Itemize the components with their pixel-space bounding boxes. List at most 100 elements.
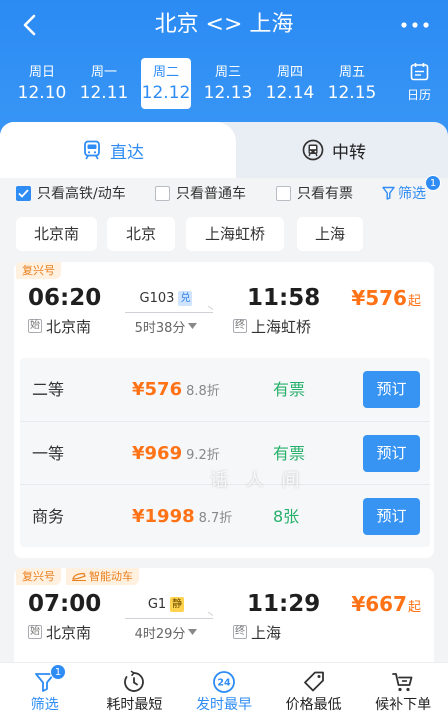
filter-label: 只看有票 <box>297 186 353 202</box>
station-chip[interactable]: 上海虹桥 <box>186 217 284 251</box>
tab-direct[interactable]: 直达 <box>0 122 236 178</box>
departure-station: 始 北京南 <box>28 623 92 642</box>
arrival-station: 终 上海虹桥 <box>233 317 312 336</box>
date-box: 周五 12.15 <box>327 58 377 109</box>
filter-button-label: 筛选 <box>398 186 426 202</box>
station-chip[interactable]: 北京 <box>107 217 175 251</box>
station-chip[interactable]: 北京南 <box>16 217 97 251</box>
train-card[interactable]: 复兴号 06:20 G103 兑 11:58 ¥576 起 始 北京南 5时38… <box>14 262 434 558</box>
nav-lowest-price[interactable]: 价格最低 <box>269 663 359 718</box>
duration-text: 5时38分 <box>134 320 186 336</box>
train-tags: 复兴号 <box>16 262 66 279</box>
checkbox-box <box>155 185 170 201</box>
train-number-group: G103 兑 <box>121 289 211 307</box>
train-type-tag: 复兴号 <box>16 568 61 585</box>
price-tag-icon <box>303 671 324 692</box>
date-weekday: 周一 <box>90 65 117 80</box>
date-item[interactable]: 周四 12.14 <box>259 58 321 110</box>
price-suffix: 起 <box>407 294 421 309</box>
arrive-time: 11:29 <box>247 591 321 617</box>
date-value: 12.10 <box>17 83 67 103</box>
arrival-station: 终 上海 <box>233 623 281 642</box>
filter-button[interactable]: 筛选 <box>382 180 426 206</box>
date-value: 12.15 <box>327 83 377 103</box>
date-weekday: 周四 <box>276 65 303 80</box>
date-item[interactable]: 周日 12.10 <box>11 58 73 110</box>
end-tag: 终 <box>233 625 247 639</box>
seat-list: 二等 ¥576 8.8折 有票 预订 一等 ¥969 9.2折 有票 预订 商务… <box>20 358 430 547</box>
date-item[interactable]: 周一 12.11 <box>73 58 135 110</box>
nav-filter-badge: 1 <box>50 664 66 680</box>
date-value: 12.13 <box>203 83 253 103</box>
date-item[interactable]: 周二 12.12 <box>135 58 197 110</box>
calendar-button[interactable]: 日历 <box>400 62 438 108</box>
book-button[interactable]: 预订 <box>363 498 420 535</box>
more-dots-icon[interactable] <box>400 17 430 31</box>
seat-class: 商务 <box>32 507 65 526</box>
train-number-group: G1 静 <box>121 595 211 613</box>
start-tag: 始 <box>28 319 42 333</box>
duration-toggle[interactable]: 5时38分 <box>121 318 211 336</box>
depart-time: 07:00 <box>28 591 102 617</box>
lowest-price: ¥576 起 <box>351 284 421 312</box>
departure-station: 始 北京南 <box>28 317 92 336</box>
date-box: 周四 12.14 <box>265 58 315 109</box>
tab-transfer-label: 中转 <box>332 142 366 163</box>
nav-filter[interactable]: 1 筛选 <box>0 663 90 718</box>
train-badge: 静 <box>170 596 185 612</box>
date-item[interactable]: 周三 12.13 <box>197 58 259 110</box>
tab-transfer-content: 中转 <box>302 122 366 178</box>
date-item[interactable]: 周五 12.15 <box>321 58 383 110</box>
clock-icon <box>124 670 145 692</box>
depart-time: 06:20 <box>28 285 102 311</box>
book-button[interactable]: 预订 <box>363 435 420 472</box>
date-box: 周日 12.10 <box>17 58 67 109</box>
chevron-down-icon <box>188 629 198 635</box>
filter-row: 只看高铁/动车 只看普通车 只看有票 筛选 1 <box>0 175 448 206</box>
date-box: 周二 12.12 <box>141 58 191 109</box>
nav-label: 耗时最短 <box>106 697 163 713</box>
price-value: ¥576 <box>351 286 407 310</box>
seat-class: 二等 <box>32 380 65 399</box>
check-icon <box>18 188 29 198</box>
smart-train-icon <box>72 572 86 581</box>
book-button[interactable]: 预订 <box>363 371 420 408</box>
end-tag: 终 <box>233 319 247 333</box>
station-chip[interactable]: 上海 <box>297 217 363 251</box>
date-value: 12.12 <box>141 83 191 103</box>
filter-label: 只看高铁/动车 <box>37 186 126 202</box>
seat-price-group: ¥576 8.8折 <box>132 358 220 421</box>
price-suffix: 起 <box>407 600 421 615</box>
watermark: 话 人 间 <box>210 470 306 491</box>
seat-row: 二等 ¥576 8.8折 有票 预订 <box>20 358 430 421</box>
clock-24-icon: 24 <box>213 671 235 693</box>
seat-row: 商务 ¥1998 8.7折 8张 预订 <box>20 484 430 547</box>
filter-high-speed-checkbox[interactable]: 只看高铁/动车 <box>16 180 126 206</box>
date-weekday: 周五 <box>338 65 365 80</box>
departure-station-name: 北京南 <box>46 623 92 642</box>
price-value: ¥667 <box>351 592 407 616</box>
nav-shortest-duration[interactable]: 耗时最短 <box>90 663 180 718</box>
start-tag: 始 <box>28 625 42 639</box>
seat-class: 一等 <box>32 444 65 463</box>
seat-discount: 8.7折 <box>198 511 233 526</box>
train-number: G103 <box>139 290 175 306</box>
duration-toggle[interactable]: 4时29分 <box>121 624 211 642</box>
date-value: 12.11 <box>79 83 129 103</box>
arrival-station-name: 上海虹桥 <box>251 317 312 336</box>
bottom-sort-bar: 1 筛选 耗时最短 24 发时最早 价格最低 候补下单 <box>0 662 448 718</box>
cart-icon <box>392 673 413 692</box>
nav-waitlist-order[interactable]: 候补下单 <box>358 663 448 718</box>
seat-price: ¥1998 <box>132 506 195 527</box>
checkbox-box <box>16 185 31 201</box>
seat-availability: 8张 <box>273 507 300 526</box>
departure-station-name: 北京南 <box>46 317 92 336</box>
funnel-icon <box>382 186 395 200</box>
back-chevron-icon[interactable] <box>18 13 42 37</box>
filter-count-badge: 1 <box>425 175 441 191</box>
smart-train-tag: 智能动车 <box>66 568 139 585</box>
filter-available-checkbox[interactable]: 只看有票 <box>276 180 353 206</box>
train-type-tag: 复兴号 <box>16 262 61 279</box>
filter-regular-train-checkbox[interactable]: 只看普通车 <box>155 180 246 206</box>
nav-earliest-departure[interactable]: 24 发时最早 <box>179 663 269 718</box>
